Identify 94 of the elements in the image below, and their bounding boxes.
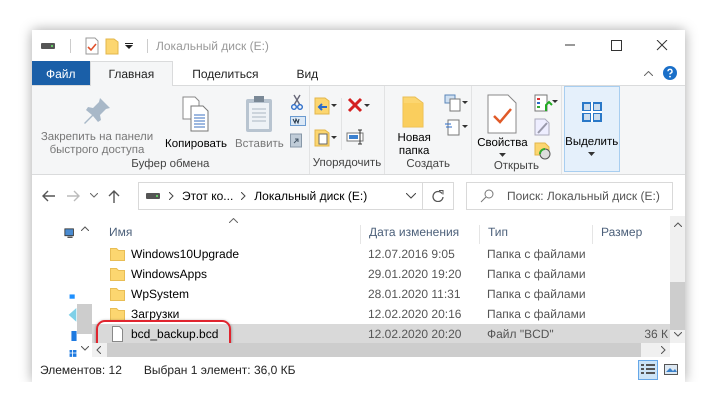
shortcut-icon[interactable]	[290, 132, 302, 148]
document-check-icon[interactable]	[85, 36, 99, 54]
type-cell-text: Файл "BCD"	[486, 327, 555, 341]
back-arrow-icon[interactable]	[42, 190, 56, 202]
ribbon-group-label: Создать	[405, 158, 452, 172]
file-name: WpSystem	[131, 287, 190, 301]
maximize-icon[interactable]	[609, 40, 623, 51]
address-bar[interactable]: Этот ко... Локальный диск (E:)	[138, 182, 454, 210]
ribbon-button[interactable]: Выделить	[564, 86, 620, 172]
search-field[interactable]: Поиск: Локальный диск (E:)	[466, 182, 673, 210]
file-icon	[110, 326, 125, 342]
ribbon-button[interactable]: Свойства	[475, 88, 530, 158]
status-text: Элементов: 12	[40, 362, 122, 376]
type-cell-text: Папка с файлами	[486, 267, 587, 281]
ribbon-group-label: Буфер обмена	[130, 158, 210, 172]
file-name: Windows10Upgrade	[131, 247, 240, 261]
chevron-right-icon	[169, 192, 174, 200]
rename-icon[interactable]	[346, 128, 366, 146]
document-icon[interactable]	[444, 118, 468, 136]
type-cell-text: Папка с файлами	[486, 287, 587, 301]
type-cell-text: Папка с файлами	[486, 307, 587, 321]
file-name: bcd_backup.bcd	[131, 327, 218, 341]
device-icon[interactable]	[71, 330, 77, 342]
date-cell-text: 28.01.2020 11:31	[367, 287, 462, 301]
scroll-down-icon[interactable]	[674, 332, 682, 337]
date-cell-text: 12.07.2016 9:05	[367, 247, 456, 261]
windows-icon[interactable]	[69, 350, 77, 357]
type-cell-text: Папка с файлами	[486, 247, 587, 261]
scrollbar-thumb[interactable]	[107, 343, 641, 357]
list-icon[interactable]	[534, 94, 558, 112]
drive-icon[interactable]	[40, 40, 56, 50]
path-icon[interactable]	[290, 116, 306, 126]
history-icon[interactable]	[534, 142, 552, 160]
collapse-ribbon-icon[interactable]	[644, 70, 653, 76]
clipboard-icon	[244, 95, 274, 133]
new-item-icon[interactable]	[444, 94, 468, 112]
ribbon-tab[interactable]: Вид	[277, 61, 338, 86]
file-row[interactable]: WindowsApps 29.01.2020 19:20 Папка с файлами	[92, 264, 670, 284]
file-menu-tab[interactable]: Файл	[32, 61, 90, 85]
ribbon-group-label: Открыть	[492, 160, 540, 174]
breadcrumb[interactable]: Этот ко...	[182, 188, 234, 202]
file-row[interactable]: Windows10Upgrade 12.07.2016 9:05 Папка с файлами	[92, 244, 670, 264]
breadcrumb[interactable]: Локальный диск (E:)	[254, 188, 368, 202]
drive-icon	[145, 190, 161, 200]
scrollbar-thumb[interactable]	[670, 282, 685, 330]
scissors-icon[interactable]	[290, 94, 304, 110]
scroll-down-icon[interactable]	[80, 346, 88, 351]
scroll-right-icon[interactable]	[661, 346, 666, 354]
scroll-up-icon[interactable]	[674, 222, 682, 227]
up-arrow-icon[interactable]	[108, 188, 120, 202]
search-icon	[480, 188, 494, 202]
file-row[interactable]: bcd_backup.bcd 12.02.2020 20:20 Файл "BCD" 36 К	[92, 324, 670, 343]
date-cell-text: 29.01.2020 19:20	[367, 267, 462, 281]
document-check-icon	[487, 94, 518, 134]
edit-icon[interactable]	[534, 118, 550, 136]
folder-icon	[110, 266, 125, 282]
copy-icon	[181, 96, 211, 132]
ribbon-group-label: Упорядочить	[312, 157, 382, 171]
file-name: WindowsApps	[131, 267, 208, 281]
chevron-down-icon[interactable]	[406, 192, 416, 198]
file-row[interactable]: Загрузки 12.02.2020 20:16 Папка с файлами	[92, 304, 670, 324]
file-row[interactable]: WpSystem 28.01.2020 11:31 Папка с файлами	[92, 284, 670, 304]
status-text: Выбран 1 элемент: 36,0 КБ	[144, 362, 296, 376]
grid-icon	[580, 101, 603, 123]
details-view-icon	[641, 363, 655, 376]
view-toggle[interactable]	[638, 360, 658, 380]
size-cell-text: 36 К	[643, 327, 669, 341]
chevron-right-icon	[241, 192, 246, 200]
ribbon-button[interactable]: Новая папка	[388, 88, 440, 158]
copy-to-icon[interactable]	[312, 128, 337, 148]
column-header[interactable]: Имя	[92, 225, 360, 244]
computer-icon[interactable]	[63, 228, 77, 238]
refresh-icon[interactable]	[432, 190, 444, 202]
folder-icon	[110, 246, 125, 262]
close-icon[interactable]	[655, 40, 669, 51]
column-header[interactable]: Дата изменения	[360, 225, 479, 244]
folder-icon	[110, 286, 125, 302]
folder-icon	[110, 306, 125, 322]
help-icon[interactable]	[663, 66, 677, 80]
large-icons-view-icon	[664, 363, 678, 376]
ribbon-button[interactable]: Копировать	[163, 88, 229, 158]
date-cell-text: 12.02.2020 20:20	[367, 327, 462, 341]
dropdown-icon[interactable]	[125, 42, 133, 48]
chevron-down-icon[interactable]	[90, 193, 98, 198]
file-name: Загрузки	[131, 307, 180, 321]
column-header[interactable]: Тип	[479, 225, 592, 244]
ribbon-tab[interactable]: Главная	[90, 61, 174, 86]
date-cell-text: 12.02.2020 20:16	[367, 307, 462, 321]
ribbon-tab[interactable]: Поделиться	[173, 61, 278, 86]
scrollbar-thumb[interactable]	[77, 304, 92, 334]
move-to-icon[interactable]	[312, 96, 337, 116]
scroll-up-icon[interactable]	[80, 226, 88, 231]
scroll-left-icon[interactable]	[96, 346, 101, 354]
window-title: Локальный диск (E:)	[156, 38, 269, 52]
